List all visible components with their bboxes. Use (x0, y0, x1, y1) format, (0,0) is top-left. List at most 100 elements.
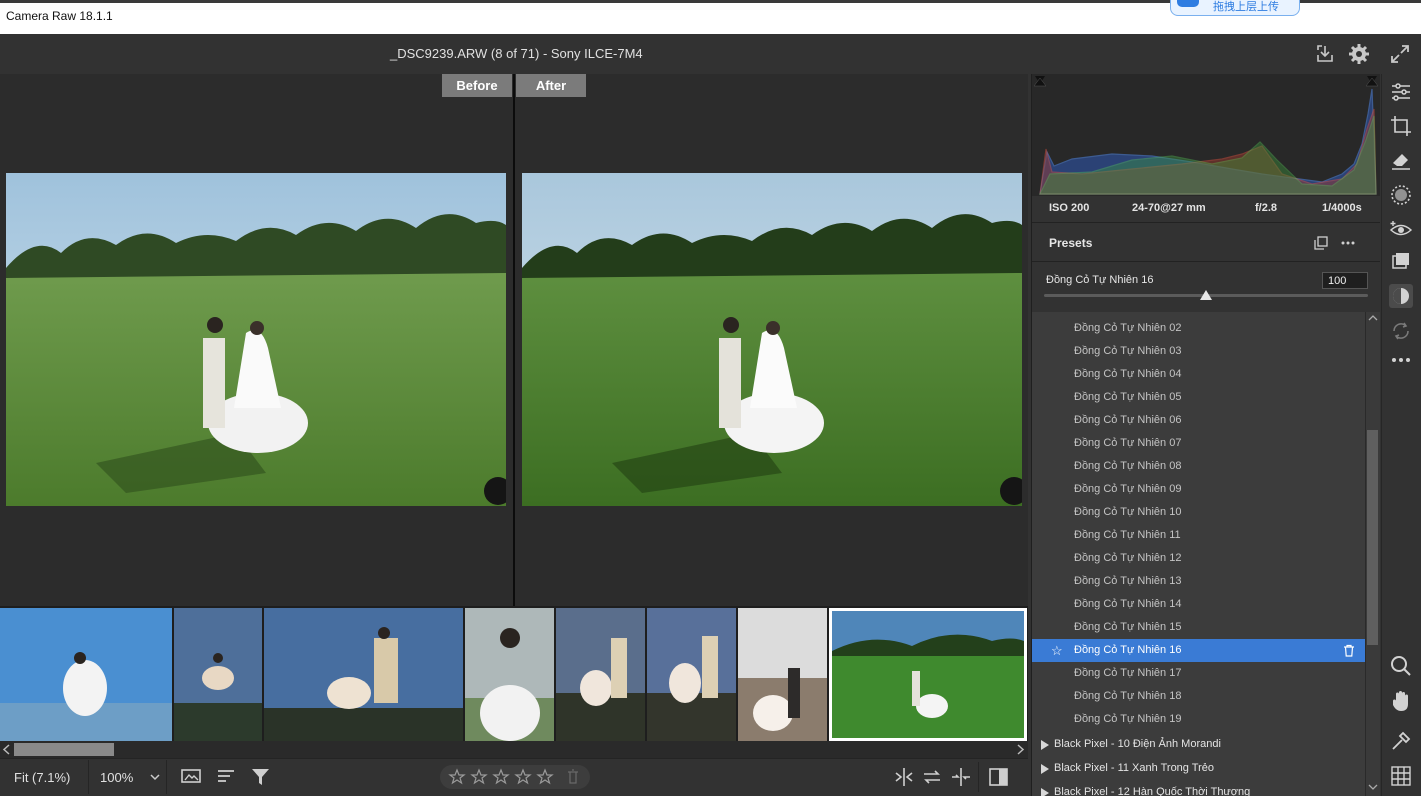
save-icon[interactable] (1313, 42, 1337, 66)
filmstrip-thumbnail[interactable] (465, 608, 554, 741)
divider (1032, 222, 1380, 223)
filmstrip-thumbnail[interactable] (264, 608, 463, 741)
compare-toggle-icon[interactable] (893, 766, 915, 788)
hand-tool-icon[interactable] (1389, 689, 1413, 713)
fit-zoom-button[interactable]: Fit (7.1%) (14, 770, 70, 785)
preset-group-label: Black Pixel - 11 Xanh Trong Trẻo (1054, 762, 1214, 774)
zoom-level[interactable]: 100% (100, 770, 133, 785)
preset-item[interactable]: Đồng Cỏ Tự Nhiên 11 (1032, 524, 1365, 547)
preset-item[interactable]: Đồng Cỏ Tự Nhiên 14 (1032, 593, 1365, 616)
preset-item[interactable]: Đồng Cỏ Tự Nhiên 04 (1032, 363, 1365, 386)
zoom-dropdown-icon[interactable] (150, 772, 160, 782)
rating-stars[interactable] (440, 765, 590, 789)
preset-item[interactable]: Đồng Cỏ Tự Nhiên 13 (1032, 570, 1365, 593)
file-title: _DSC9239.ARW (8 of 71) - Sony ILCE-7M4 (390, 46, 643, 61)
preset-item-label: Đồng Cỏ Tự Nhiên 07 (1074, 437, 1182, 449)
filmstrip-thumbnail[interactable] (738, 608, 827, 741)
sort-icon[interactable] (216, 766, 238, 788)
crop-icon[interactable] (1389, 114, 1413, 138)
preset-group-label: Black Pixel - 12 Hàn Quốc Thời Thượng (1054, 786, 1251, 796)
preset-item[interactable]: Đồng Cỏ Tự Nhiên 09 (1032, 478, 1365, 501)
more-tools-icon[interactable] (1389, 348, 1413, 372)
filmstrip-options-icon[interactable] (181, 766, 203, 788)
filmstrip-scroll-thumb[interactable] (14, 743, 114, 756)
expand-triangle-icon[interactable] (1041, 788, 1049, 796)
edit-sliders-icon[interactable] (1389, 80, 1413, 104)
scroll-right-icon[interactable] (1015, 744, 1025, 755)
preset-group[interactable]: Black Pixel - 12 Hàn Quốc Thời Thượng (1032, 780, 1365, 796)
preset-item-label: Đồng Cỏ Tự Nhiên 16 (1074, 644, 1182, 656)
preset-item-selected[interactable]: ☆ Đồng Cỏ Tự Nhiên 16 (1032, 639, 1365, 662)
preset-item[interactable]: Đồng Cỏ Tự Nhiên 12 (1032, 547, 1365, 570)
gear-icon[interactable] (1347, 42, 1371, 66)
snapshots-icon[interactable] (1389, 249, 1413, 273)
current-preset-name: Đồng Cỏ Tự Nhiên 16 (1046, 274, 1154, 286)
preset-item[interactable]: Đồng Cỏ Tự Nhiên 03 (1032, 340, 1365, 363)
scroll-left-icon[interactable] (2, 744, 12, 755)
scroll-up-icon[interactable] (1368, 313, 1378, 323)
sync-icon[interactable] (1389, 319, 1413, 343)
filmstrip-scrollbar[interactable] (0, 741, 1028, 758)
filmstrip-thumbnail[interactable] (647, 608, 736, 741)
scroll-down-icon[interactable] (1368, 782, 1378, 792)
preset-item-label: Đồng Cỏ Tự Nhiên 19 (1074, 713, 1182, 725)
preset-item-label: Đồng Cỏ Tự Nhiên 08 (1074, 460, 1182, 472)
preset-group[interactable]: Black Pixel - 11 Xanh Trong Trẻo (1032, 756, 1365, 780)
zoom-tool-icon[interactable] (1389, 654, 1413, 678)
divider (166, 760, 167, 794)
filmstrip-thumbnail-selected[interactable] (829, 608, 1027, 741)
preset-list-scroll-thumb[interactable] (1367, 430, 1378, 645)
filmstrip-thumbnail[interactable] (556, 608, 645, 741)
swap-icon[interactable] (921, 766, 943, 788)
upload-badge[interactable]: 拖拽上层上传 (1170, 0, 1300, 16)
preset-item-label: Đồng Cỏ Tự Nhiên 13 (1074, 575, 1182, 587)
filmstrip-thumbnail[interactable] (174, 608, 262, 741)
amount-input[interactable]: 100 (1322, 272, 1368, 289)
shadow-clipping-toggle[interactable] (1034, 76, 1046, 88)
copy-settings-icon[interactable] (950, 766, 972, 788)
preset-item[interactable]: Đồng Cỏ Tự Nhiên 06 (1032, 409, 1365, 432)
more-options-icon[interactable] (1340, 236, 1356, 250)
exif-iso: ISO 200 (1049, 202, 1090, 214)
preset-item[interactable]: Đồng Cỏ Tự Nhiên 02 (1032, 317, 1365, 340)
expand-triangle-icon[interactable] (1041, 764, 1049, 774)
before-label: Before (442, 74, 512, 97)
expand-triangle-icon[interactable] (1041, 740, 1049, 750)
preset-item[interactable]: Đồng Cỏ Tự Nhiên 10 (1032, 501, 1365, 524)
preset-item[interactable]: Đồng Cỏ Tự Nhiên 05 (1032, 386, 1365, 409)
new-preset-icon[interactable] (1314, 236, 1328, 250)
red-eye-icon[interactable] (1389, 218, 1413, 242)
preset-item-label: Đồng Cỏ Tự Nhiên 09 (1074, 483, 1182, 495)
preset-item-label: Đồng Cỏ Tự Nhiên 05 (1074, 391, 1182, 403)
preset-item-label: Đồng Cỏ Tự Nhiên 03 (1074, 345, 1182, 357)
exif-shutter: 1/4000s (1322, 202, 1362, 214)
preset-item[interactable]: Đồng Cỏ Tự Nhiên 08 (1032, 455, 1365, 478)
grid-icon[interactable] (1389, 764, 1413, 788)
eraser-icon[interactable] (1389, 148, 1413, 172)
divider (88, 760, 89, 794)
filter-icon[interactable] (250, 766, 272, 788)
filmstrip-thumbnail[interactable] (0, 608, 172, 741)
preset-item-label: Đồng Cỏ Tự Nhiên 12 (1074, 552, 1182, 564)
white-balance-icon[interactable] (1389, 729, 1413, 753)
preset-item[interactable]: Đồng Cỏ Tự Nhiên 18 (1032, 685, 1365, 708)
masking-icon[interactable] (1389, 183, 1413, 207)
preset-item-label: Đồng Cỏ Tự Nhiên 02 (1074, 322, 1182, 334)
after-photo (522, 173, 1022, 506)
before-photo (6, 173, 506, 506)
preset-item[interactable]: Đồng Cỏ Tự Nhiên 17 (1032, 662, 1365, 685)
fullscreen-icon[interactable] (1388, 42, 1412, 66)
presets-icon[interactable] (1389, 284, 1413, 308)
before-after-view-icon[interactable] (988, 766, 1010, 788)
preset-group[interactable]: Black Pixel - 10 Điện Ảnh Morandi (1032, 732, 1365, 756)
amount-slider-knob[interactable] (1200, 290, 1212, 300)
preset-item-label: Đồng Cỏ Tự Nhiên 11 (1074, 529, 1181, 541)
highlight-clipping-toggle[interactable] (1366, 76, 1378, 88)
preset-item-label: Đồng Cỏ Tự Nhiên 15 (1074, 621, 1182, 633)
preset-item[interactable]: Đồng Cỏ Tự Nhiên 15 (1032, 616, 1365, 639)
preset-item[interactable]: Đồng Cỏ Tự Nhiên 19 (1032, 708, 1365, 731)
delete-preset-icon[interactable] (1343, 644, 1355, 657)
preset-item[interactable]: Đồng Cỏ Tự Nhiên 07 (1032, 432, 1365, 455)
header-bar (0, 34, 1421, 74)
favorite-star-icon[interactable]: ☆ (1051, 639, 1063, 662)
